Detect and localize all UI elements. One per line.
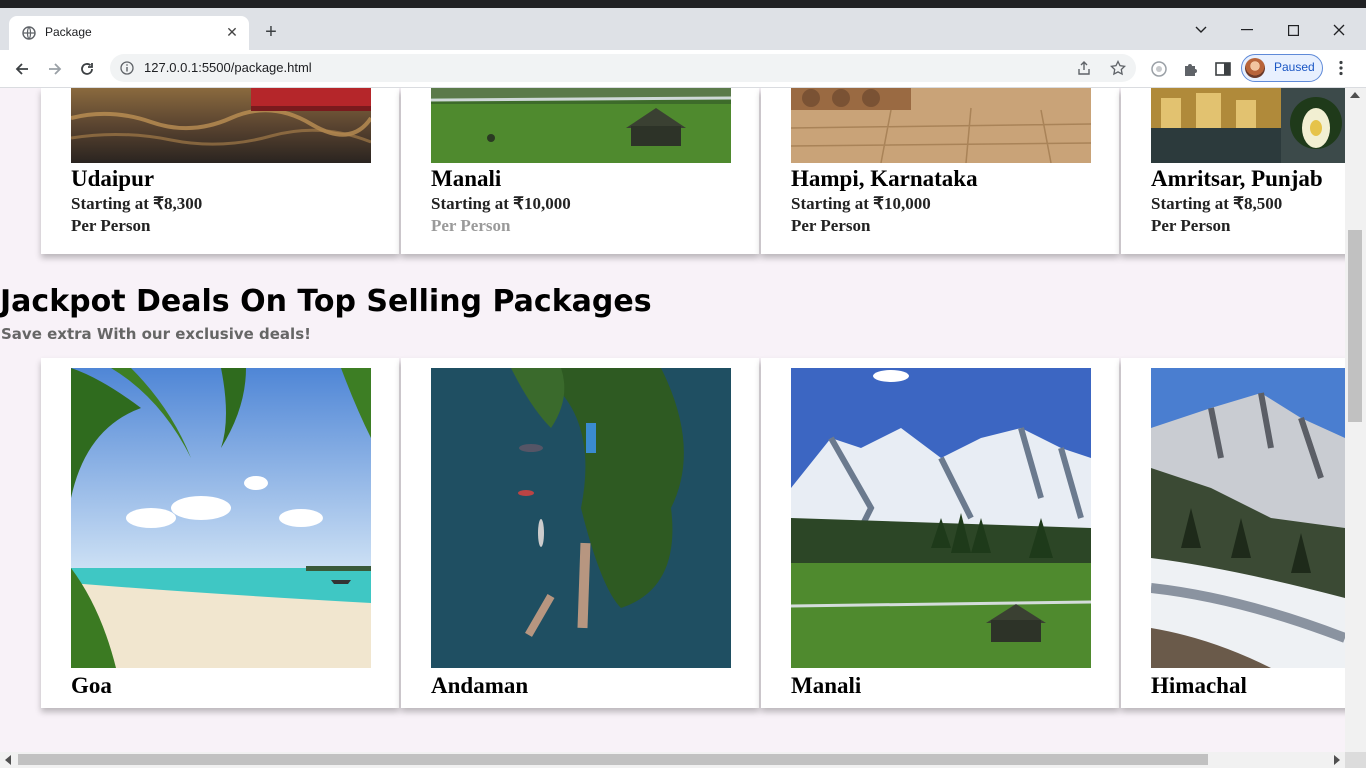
forward-icon[interactable] (45, 59, 65, 79)
manali-deal-image (791, 368, 1091, 668)
package-per-person: Per Person (431, 216, 511, 235)
profile-button[interactable]: Paused (1241, 54, 1323, 82)
hampi-image (791, 88, 1091, 163)
horizontal-scroll-thumb[interactable] (18, 754, 1208, 765)
package-card-amritsar[interactable]: Amritsar, Punjab Starting at ₹8,500 Per … (1121, 88, 1345, 254)
minimize-icon[interactable] (1224, 16, 1270, 44)
info-icon[interactable] (120, 61, 134, 75)
deal-name: Goa (71, 673, 112, 698)
puzzle-icon[interactable] (1182, 60, 1200, 78)
globe-icon (22, 26, 36, 40)
chevron-down-icon[interactable] (1178, 16, 1224, 44)
package-per-person: Per Person (71, 216, 151, 235)
deals-row: Goa Andaman Manali Himachal (41, 358, 1345, 708)
vertical-scroll-thumb[interactable] (1348, 230, 1362, 422)
profile-label: Paused (1274, 60, 1315, 74)
close-window-icon[interactable] (1316, 16, 1362, 44)
tab-title: Package (45, 25, 92, 39)
package-card-manali[interactable]: Manali Starting at ₹10,000 Per Person (401, 88, 759, 254)
package-price: Starting at ₹10,000 (431, 194, 571, 213)
andaman-image (431, 368, 731, 668)
package-card-hampi[interactable]: Hampi, Karnataka Starting at ₹10,000 Per… (761, 88, 1119, 254)
package-name: Amritsar, Punjab (1151, 166, 1323, 191)
url-text: 127.0.0.1:5500/package.html (144, 60, 312, 75)
amritsar-image (1151, 88, 1345, 163)
vertical-scrollbar[interactable] (1345, 88, 1366, 752)
reload-icon[interactable] (77, 59, 97, 79)
package-name: Udaipur (71, 166, 155, 191)
package-price: Starting at ₹8,300 (71, 194, 203, 213)
scroll-up-arrow-icon[interactable] (1350, 92, 1360, 98)
deal-name: Himachal (1151, 673, 1247, 698)
scrollbar-corner (1345, 752, 1366, 768)
scroll-right-arrow-icon[interactable] (1334, 755, 1340, 765)
deal-name: Andaman (431, 673, 529, 698)
close-icon[interactable]: ✕ (223, 23, 241, 41)
maximize-icon[interactable] (1270, 16, 1316, 44)
deal-card-himachal[interactable]: Himachal (1121, 358, 1345, 708)
himachal-image (1151, 368, 1345, 668)
package-price: Starting at ₹10,000 (791, 194, 931, 213)
window-frame (0, 0, 1366, 8)
manali-image (431, 88, 731, 163)
package-card-udaipur[interactable]: Udaipur Starting at ₹8,300 Per Person (41, 88, 399, 254)
star-icon[interactable] (1110, 60, 1126, 76)
share-icon[interactable] (1076, 60, 1092, 76)
package-name: Manali (431, 166, 502, 191)
page-viewport: Udaipur Starting at ₹8,300 Per Person Ma… (0, 88, 1345, 752)
address-bar[interactable]: 127.0.0.1:5500/package.html (110, 54, 1136, 82)
deal-card-andaman[interactable]: Andaman (401, 358, 759, 708)
deal-card-goa[interactable]: Goa (41, 358, 399, 708)
sidebar-icon[interactable] (1214, 60, 1232, 78)
package-per-person: Per Person (791, 216, 871, 235)
avatar (1245, 58, 1265, 78)
tab-strip: Package ✕ + (0, 8, 1366, 50)
horizontal-scrollbar[interactable] (0, 752, 1345, 768)
browser-toolbar: 127.0.0.1:5500/package.html Paused (0, 50, 1366, 88)
extension-icon[interactable] (1150, 60, 1168, 78)
back-icon[interactable] (12, 59, 32, 79)
package-per-person: Per Person (1151, 216, 1231, 235)
package-name: Hampi, Karnataka (791, 166, 978, 191)
deal-card-manali[interactable]: Manali (761, 358, 1119, 708)
plus-icon[interactable]: + (262, 22, 280, 42)
goa-image (71, 368, 371, 668)
top-packages-row: Udaipur Starting at ₹8,300 Per Person Ma… (41, 88, 1345, 254)
deal-name: Manali (791, 673, 862, 698)
menu-icon[interactable] (1332, 59, 1350, 77)
udaipur-image (71, 88, 371, 163)
section-heading: Jackpot Deals On Top Selling Packages (0, 284, 652, 319)
scroll-left-arrow-icon[interactable] (5, 755, 11, 765)
section-subheading: Save extra With our exclusive deals! (1, 325, 311, 343)
package-price: Starting at ₹8,500 (1151, 194, 1283, 213)
tab-package[interactable]: Package ✕ (9, 16, 249, 50)
